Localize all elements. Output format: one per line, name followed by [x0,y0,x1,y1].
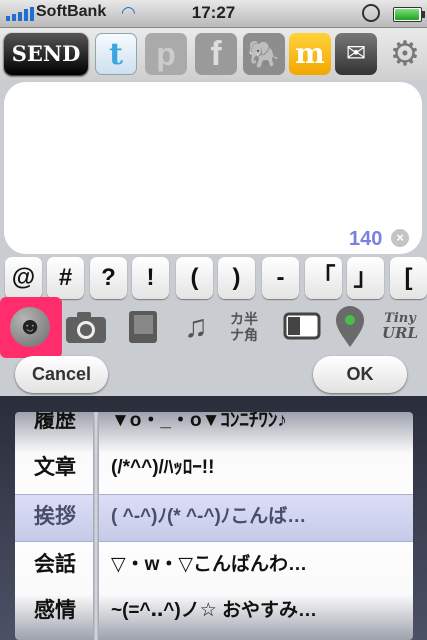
symbol-key-open-bracket-jp[interactable]: 「 [305,257,342,299]
tinyurl-button[interactable]: Tiny URL [378,303,422,349]
battery-icon [393,7,425,22]
evernote-icon[interactable]: 🐘 [243,33,285,75]
symbol-key-close-bracket-jp[interactable]: 」 [347,257,384,299]
settings-gear-icon[interactable]: ⚙ [385,33,425,75]
symbol-key-exclamation[interactable]: ! [132,257,169,299]
camera-icon[interactable] [64,303,108,349]
status-bar: SoftBank ◠ 17:27 [0,0,427,28]
cancel-button[interactable]: Cancel [15,356,108,393]
picker-wheel[interactable]: 履歴 ▼o・_・o▼ｺﾝﾆﾁﾜﾝ♪ 文章 (/*^^)/ﾊｯﾛｰ!! 挨拶 ( … [15,412,413,640]
picker-column-divider [93,412,99,640]
picker-emoticon: (/*^^)/ﾊｯﾛｰ!! [111,457,215,478]
symbol-key-hyphen[interactable]: - [262,257,299,299]
symbol-key-at[interactable]: @ [5,257,42,299]
symbol-key-open-paren[interactable]: ( [176,257,213,299]
tools-row: ♫ カ半 ナ角 Tiny URL [0,297,427,357]
picker-row[interactable]: 履歴 ▼o・_・o▼ｺﾝﾆﾁﾜﾝ♪ [15,412,413,444]
picker-category: 挨拶 [34,505,76,528]
picker-emoticon: ~(=^‥^)ノ☆ おやすみ… [111,600,318,621]
ok-button[interactable]: OK [313,356,407,393]
picker-row[interactable]: 文章 (/*^^)/ﾊｯﾛｰ!! [15,445,413,491]
symbol-key-hash[interactable]: # [47,257,84,299]
toolbar: SEND t p f 🐘 m ✉ ⚙ [0,28,427,80]
kana-convert-button[interactable]: カ半 ナ角 [222,303,266,349]
character-counter: 140 [349,228,383,250]
picker-emoticon: ( ^-^)ﾉ(* ^-^)ﾉこんば… [111,506,307,527]
symbol-key-open-square-bracket[interactable]: [ [390,257,427,299]
photo-library-icon[interactable] [121,303,165,349]
twitter-icon[interactable]: t [95,33,137,75]
picker-row[interactable]: 感情 ~(=^‥^)ノ☆ おやすみ… [15,588,413,634]
picker-emoticon: ▼o・_・o▼ｺﾝﾆﾁﾜﾝ♪ [111,412,287,431]
clear-text-icon[interactable]: × [391,229,409,247]
facebook-icon[interactable]: f [195,33,237,75]
music-icon[interactable]: ♫ [174,303,218,349]
kana-label-bottom: ナ角 [230,327,258,343]
picker-category: 感情 [34,599,76,622]
picker-emoticon: ▽・w・▽こんばんわ… [111,554,308,575]
symbol-key-close-paren[interactable]: ) [218,257,255,299]
picker-row-selected[interactable]: 挨拶 ( ^-^)ﾉ(* ^-^)ﾉこんば… [15,494,413,540]
symbol-key-row: @ # ? ! ( ) - 「 」 [ [0,255,427,303]
picker-category: 会話 [34,553,76,576]
rotation-lock-icon [362,4,380,22]
picker-category: 履歴 [34,412,76,432]
kana-label-top: カ半 [230,311,258,327]
symbol-key-question[interactable]: ? [90,257,127,299]
picker-row[interactable]: 会話 ▽・w・▽こんばんわ… [15,542,413,588]
picker-category: 文章 [34,456,76,479]
send-button[interactable]: SEND [4,33,88,75]
mail-icon[interactable]: ✉ [335,33,377,75]
clipboard-toggle-icon[interactable] [280,303,324,349]
location-pin-icon[interactable] [328,303,372,349]
emoticon-picker[interactable]: 履歴 ▼o・_・o▼ｺﾝﾆﾁﾜﾝ♪ 文章 (/*^^)/ﾊｯﾛｰ!! 挨拶 ( … [0,396,427,640]
plurk-icon[interactable]: p [145,33,187,75]
tinyurl-label-bottom: URL [381,324,419,342]
mixi-icon[interactable]: m [289,33,331,75]
